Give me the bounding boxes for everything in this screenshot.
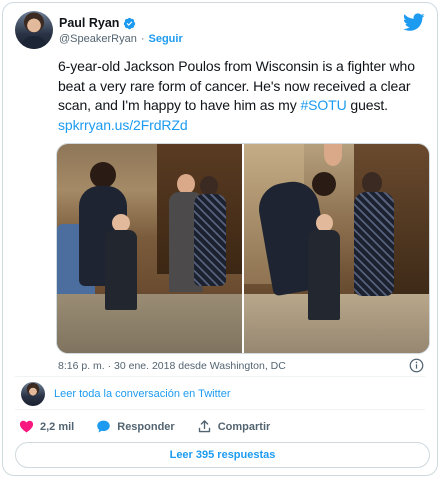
author-handle[interactable]: @SpeakerRyan [59,33,137,45]
follow-button[interactable]: Seguir [149,33,183,45]
share-button[interactable]: Compartir [197,419,271,434]
reply-label: Responder [117,420,175,433]
author-avatar[interactable] [15,11,53,49]
read-conversation-link[interactable]: Leer toda la conversación en Twitter [54,388,231,400]
tweet-photo-1[interactable] [57,144,242,353]
tweet-timestamp[interactable]: 8:16 p. m. · 30 ene. 2018 desde Washingt… [58,360,286,372]
action-bar: 2,2 mil Responder Compartir [19,419,292,434]
share-icon [198,420,210,433]
tweet-text: 6-year-old Jackson Poulos from Wisconsin… [58,57,430,135]
hashtag-link[interactable]: #SOTU [300,97,346,113]
twitter-bird-icon[interactable] [403,13,425,32]
share-label: Compartir [217,420,271,433]
small-author-avatar [21,382,45,406]
photo-floor [57,294,242,353]
photo-standing-man-head [177,174,195,194]
photo-woman-dress [354,192,394,296]
divider [15,409,425,410]
photo-woman-dress [194,194,226,286]
photo-woman-head [362,172,382,194]
read-replies-button[interactable]: Leer 395 respuestas [15,442,430,468]
photo-man-head [90,162,116,188]
tweet-url-link[interactable]: spkrryan.us/2FrdRZd [58,117,188,133]
photo-man-head [312,172,336,196]
photo-boy-body [308,230,340,320]
author-handle-row: @SpeakerRyan · Seguir [59,33,183,45]
photo-bg-man-head [324,144,342,166]
photo-woman-head [200,176,218,196]
author-display-name[interactable]: Paul Ryan [59,16,119,30]
reply-bubble-icon [97,420,110,433]
divider [15,376,425,377]
likes-count: 2,2 mil [40,420,75,433]
tweet-photo-2[interactable] [244,144,429,353]
reply-button[interactable]: Responder [96,419,175,434]
tweet-media [56,143,430,354]
tweet-text-after: guest. [346,97,388,113]
handle-separator: · [140,33,145,45]
photo-boy-body [105,230,137,310]
like-button[interactable]: 2,2 mil [19,419,74,434]
info-icon[interactable] [409,358,424,373]
verified-badge-icon [124,17,136,29]
heart-icon [19,420,34,433]
conversation-row[interactable]: Leer toda la conversación en Twitter [21,382,231,406]
author-name-row[interactable]: Paul Ryan [59,16,136,30]
tweet-card: Paul Ryan @SpeakerRyan · Seguir 6-year-o… [2,2,438,476]
